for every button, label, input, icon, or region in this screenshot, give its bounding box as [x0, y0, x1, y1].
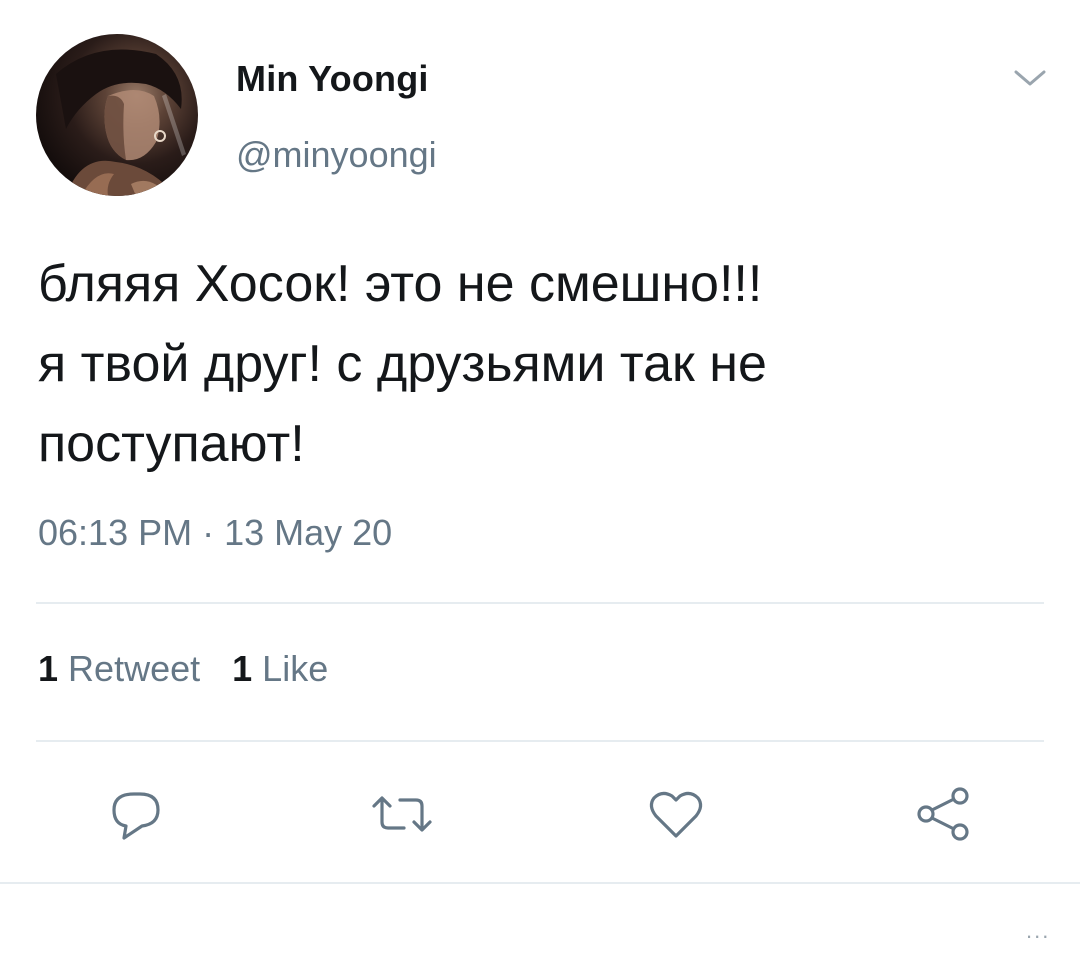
- retweet-stat[interactable]: 1 Retweet: [38, 648, 200, 689]
- retweet-label: Retweet: [68, 648, 201, 689]
- like-stat[interactable]: 1 Like: [232, 648, 328, 689]
- speech-bubble-icon: [112, 792, 160, 840]
- retweet-button[interactable]: [370, 782, 434, 846]
- tweet-stats: 1 Retweet 1 Like: [38, 648, 328, 690]
- more-options[interactable]: ...: [1026, 918, 1050, 944]
- avatar[interactable]: [36, 34, 198, 196]
- heart-icon: [649, 791, 703, 838]
- divider: [36, 602, 1044, 604]
- tweet-timestamp[interactable]: 06:13 PM · 13 May 20: [38, 512, 392, 554]
- chevron-down-icon[interactable]: [1010, 64, 1050, 92]
- tweet-text: бляяя Хосок! это не смешно!!! я твой дру…: [38, 244, 1048, 484]
- like-label: Like: [262, 648, 329, 689]
- tweet-text-line: поступают!: [38, 415, 305, 473]
- retweet-arrows-icon: [372, 796, 432, 832]
- retweet-count: 1: [38, 648, 59, 689]
- like-button[interactable]: [644, 782, 708, 846]
- divider: [36, 740, 1044, 742]
- like-count: 1: [232, 648, 253, 689]
- tweet-detail: Min Yoongi @minyoongi бляяя Хосок! это н…: [0, 0, 1080, 960]
- display-name[interactable]: Min Yoongi: [236, 58, 429, 100]
- avatar-photo: [56, 49, 186, 196]
- user-handle[interactable]: @minyoongi: [236, 134, 437, 176]
- share-nodes-icon: [917, 787, 969, 841]
- reply-button[interactable]: [104, 782, 168, 846]
- share-button[interactable]: [912, 782, 976, 846]
- tweet-text-line: бляяя Хосок! это не смешно!!!: [38, 255, 763, 313]
- tweet-text-line: я твой друг! с друзьями так не: [38, 335, 767, 393]
- divider: [0, 882, 1080, 884]
